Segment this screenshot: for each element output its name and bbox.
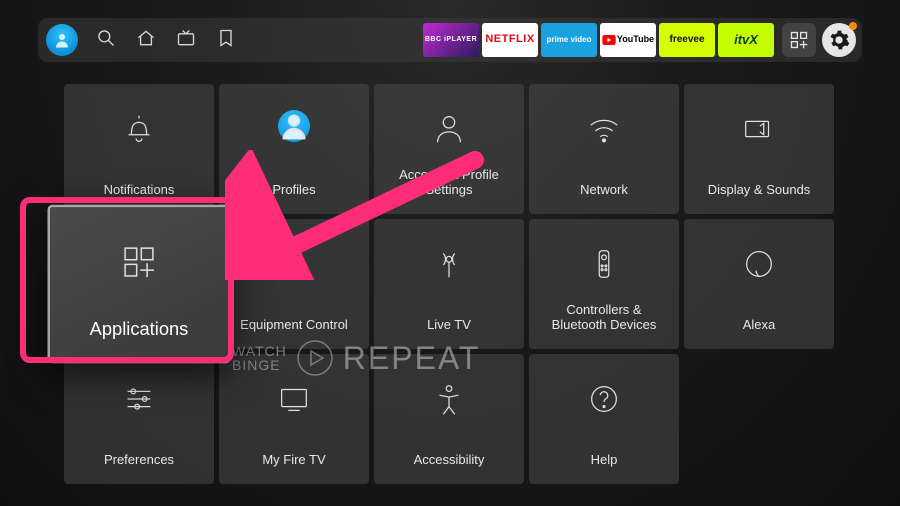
topbar-right-icons [782, 23, 856, 57]
app-chip-bbc-iplayer[interactable]: BBC iPLAYER [423, 23, 479, 57]
app-chip-youtube[interactable]: YouTube [600, 23, 656, 57]
apps-grid-icon[interactable] [782, 23, 816, 57]
app-chip-netflix[interactable]: NETFLIX [482, 23, 538, 57]
user-icon [374, 110, 524, 148]
tile-equipment-control[interactable]: Equipment Control [219, 219, 369, 349]
app-chip-freevee[interactable]: freevee [659, 23, 715, 57]
antenna-icon [374, 245, 524, 283]
tile-alexa[interactable]: Alexa [684, 219, 834, 349]
tile-preferences[interactable]: Preferences [64, 354, 214, 484]
tile-account-profile-settings[interactable]: Account & Profile Settings [374, 84, 524, 214]
tile-live-tv[interactable]: Live TV [374, 219, 524, 349]
tile-my-fire-tv[interactable]: My Fire TV [219, 354, 369, 484]
tile-network[interactable]: Network [529, 84, 679, 214]
top-nav-bar: BBC iPLAYER NETFLIX prime video YouTube … [38, 18, 862, 62]
search-icon[interactable] [96, 28, 116, 53]
help-icon [529, 380, 679, 418]
nav-icon-row [96, 28, 236, 53]
gear-icon [828, 29, 850, 51]
profile-avatar-icon [219, 110, 369, 142]
bookmark-icon[interactable] [216, 28, 236, 53]
tile-notifications[interactable]: Notifications [64, 84, 214, 214]
remote-icon [529, 245, 679, 283]
app-chip-prime-video[interactable]: prime video [541, 23, 597, 57]
app-shortcut-strip: BBC iPLAYER NETFLIX prime video YouTube … [423, 23, 774, 57]
profile-avatar[interactable] [46, 24, 78, 56]
alexa-icon [684, 245, 834, 283]
app-chip-itvx[interactable]: itvX [718, 23, 774, 57]
tile-display-sounds[interactable]: Display & Sounds [684, 84, 834, 214]
settings-grid: Notifications Profiles Account & Profile… [64, 84, 836, 484]
home-icon[interactable] [136, 28, 156, 53]
tile-profiles[interactable]: Profiles [219, 84, 369, 214]
equipment-icon [219, 245, 369, 283]
sliders-icon [64, 380, 214, 418]
firetv-icon [219, 380, 369, 418]
apps-icon [50, 239, 228, 285]
bell-icon [64, 110, 214, 148]
tile-applications[interactable]: Applications [48, 205, 231, 364]
notification-dot [849, 22, 857, 30]
tile-accessibility[interactable]: Accessibility [374, 354, 524, 484]
tile-controllers-bluetooth[interactable]: Controllers & Bluetooth Devices [529, 219, 679, 349]
live-tv-icon[interactable] [176, 28, 196, 53]
accessibility-icon [374, 380, 524, 418]
tile-help[interactable]: Help [529, 354, 679, 484]
display-sound-icon [684, 110, 834, 148]
wifi-icon [529, 110, 679, 148]
settings-gear-button[interactable] [822, 23, 856, 57]
